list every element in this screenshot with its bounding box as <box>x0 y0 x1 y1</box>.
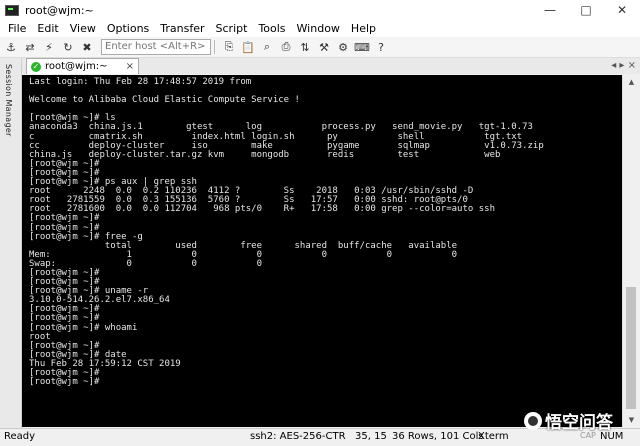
menu-script[interactable]: Script <box>216 22 248 35</box>
quick-connect-icon[interactable]: ⇄ <box>22 39 38 55</box>
terminal-line: Welcome to Alibaba Cloud Elastic Compute… <box>29 95 300 106</box>
toolbar: ⚓ ⇄ ⚡ ↻ ✖ ⎘ 📋 ⌕ ⎙ ⇅ ⚒ ⚙ ⌨ ? <box>0 37 640 58</box>
status-cursor-position: 35, 15 <box>355 431 387 442</box>
menu-window[interactable]: Window <box>297 22 340 35</box>
tools-icon[interactable]: ⚒ <box>316 39 332 55</box>
maximize-button[interactable]: □ <box>568 0 604 20</box>
terminal-line: Thu Feb 28 17:59:12 CST 2019 <box>29 358 181 369</box>
terminal-line: [root@wjm ~]# whoami <box>29 322 138 333</box>
toolbar-separator <box>214 40 215 54</box>
print-icon[interactable]: ⎙ <box>278 39 294 55</box>
menu-tools[interactable]: Tools <box>258 22 285 35</box>
help-icon[interactable]: ? <box>373 39 389 55</box>
status-ready: Ready <box>4 431 36 442</box>
reconnect-icon[interactable]: ↻ <box>60 39 76 55</box>
menu-bar: File Edit View Options Transfer Script T… <box>0 20 640 37</box>
terminal-line: [root@wjm ~]# <box>29 213 100 224</box>
session-manager-label: Session Manager <box>4 64 13 137</box>
scrollbar-thumb[interactable] <box>626 287 636 409</box>
window-controls: — □ ✕ <box>532 0 640 20</box>
watermark-text: 悟空问答 <box>545 413 613 433</box>
terminal-line: [root@wjm ~]# <box>29 267 100 278</box>
terminal-line: 3.10.0-514.26.2.el7.x86_64 <box>29 295 170 306</box>
menu-transfer[interactable]: Transfer <box>160 22 204 35</box>
terminal-line: root <box>29 331 51 342</box>
terminal-line: [root@wjm ~]# <box>29 377 100 388</box>
connect-icon[interactable]: ⚓ <box>3 39 19 55</box>
menu-options[interactable]: Options <box>107 22 149 35</box>
tab-session[interactable]: ✓ root@wjm:~ × <box>26 58 139 74</box>
paste-icon[interactable]: 📋 <box>240 39 256 55</box>
host-input[interactable] <box>101 39 211 55</box>
copy-icon[interactable]: ⎘ <box>221 39 237 55</box>
terminal-line: [root@wjm ~]# <box>29 368 100 378</box>
keymap-icon[interactable]: ⌨ <box>354 39 370 55</box>
terminal-line: Swap: 0 0 0 <box>29 258 262 269</box>
options-icon[interactable]: ⚙ <box>335 39 351 55</box>
menu-help[interactable]: Help <box>351 22 376 35</box>
close-button[interactable]: ✕ <box>604 0 640 20</box>
scroll-up-icon[interactable]: ▲ <box>623 75 640 89</box>
terminal-line: china.js deploy-cluster.tar.gz kvm mongo… <box>29 149 501 160</box>
sftp-icon[interactable]: ⇅ <box>297 39 313 55</box>
session-manager-panel[interactable]: Session Manager <box>0 58 22 428</box>
window-title: root@wjm:~ <box>25 3 94 17</box>
menu-file[interactable]: File <box>8 22 26 35</box>
status-terminal-type: Xterm <box>478 431 509 442</box>
terminal-app-icon <box>5 4 19 16</box>
tab-close-icon[interactable]: × <box>126 61 134 72</box>
menu-edit[interactable]: Edit <box>37 22 58 35</box>
terminal-line: [root@wjm ~]# <box>29 158 100 169</box>
watermark: 悟空问答 <box>524 408 613 433</box>
status-rows-cols: 36 Rows, 101 Cols <box>392 431 484 442</box>
tab-navigation[interactable]: ◂ ▸ × <box>611 60 636 71</box>
minimize-button[interactable]: — <box>532 0 568 20</box>
terminal-lines: Last login: Thu Feb 28 17:48:57 2019 fro… <box>29 77 544 388</box>
tab-bar: ✓ root@wjm:~ × ◂ ▸ × <box>22 58 640 74</box>
menu-view[interactable]: View <box>70 22 96 35</box>
watermark-logo-icon <box>524 411 542 430</box>
terminal-line: root 2781600 0.0 0.0 112704 968 pts/0 R+… <box>29 204 495 215</box>
lightning-icon[interactable]: ⚡ <box>41 39 57 55</box>
terminal-scrollbar[interactable]: ▲ ▼ <box>622 75 640 427</box>
title-bar: root@wjm:~ — □ ✕ <box>0 0 640 20</box>
scroll-down-icon[interactable]: ▼ <box>623 413 640 427</box>
terminal-output[interactable]: Last login: Thu Feb 28 17:48:57 2019 fro… <box>22 75 622 427</box>
disconnect-icon[interactable]: ✖ <box>79 39 95 55</box>
terminal-line: Last login: Thu Feb 28 17:48:57 2019 fro… <box>29 77 252 87</box>
connected-check-icon: ✓ <box>31 61 41 72</box>
terminal-line: [root@wjm ~]# <box>29 304 100 315</box>
tab-label: root@wjm:~ <box>45 61 108 72</box>
status-ssh: ssh2: AES-256-CTR <box>250 431 346 442</box>
find-icon[interactable]: ⌕ <box>259 39 275 55</box>
